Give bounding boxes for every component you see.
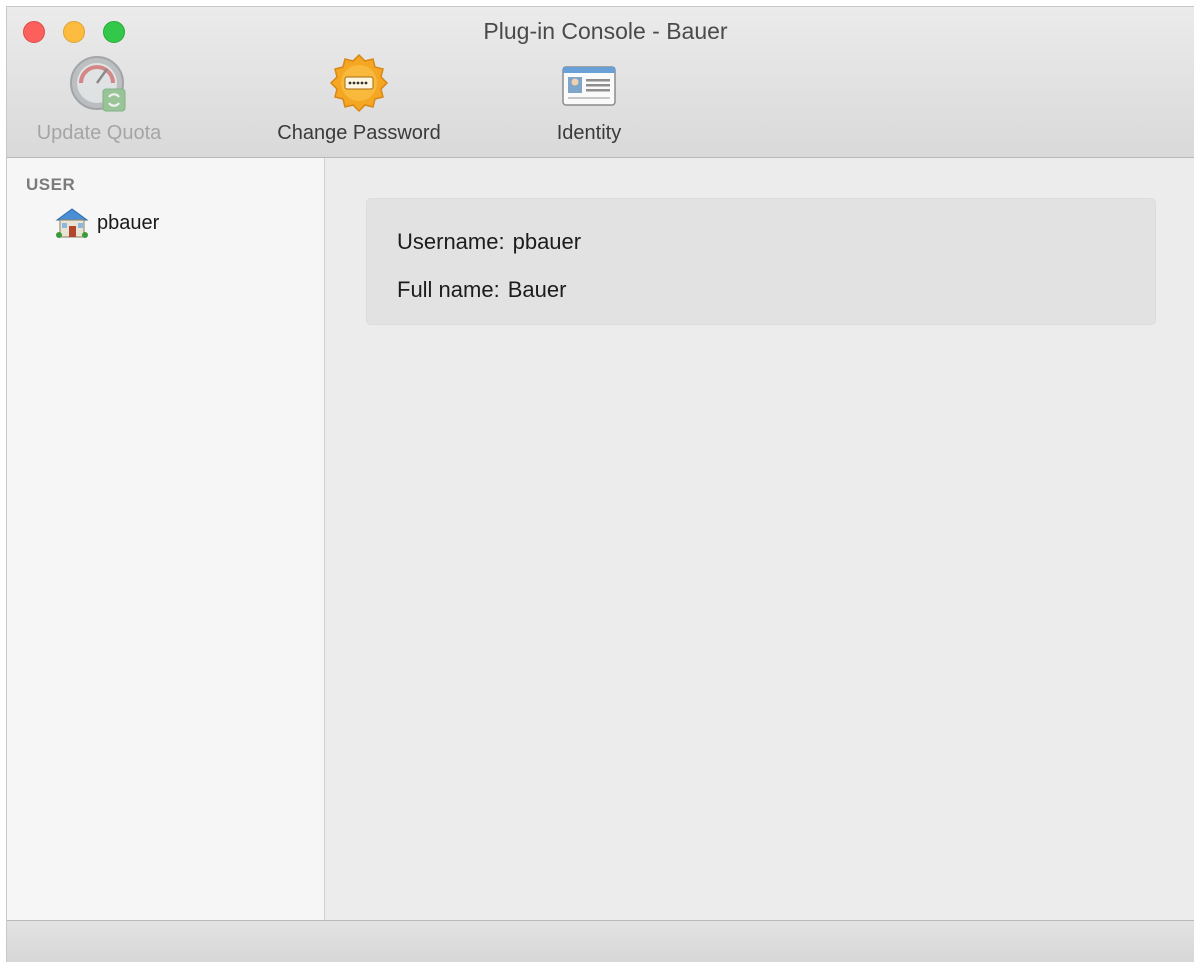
main-content: Username: pbauer Full name: Bauer — [325, 158, 1194, 921]
username-label: Username: — [397, 229, 505, 254]
user-info-panel: Username: pbauer Full name: Bauer — [366, 198, 1156, 325]
sidebar-heading: USER — [26, 175, 76, 194]
update-quota-button[interactable]: Update Quota — [19, 53, 179, 145]
username-row: Username: pbauer — [397, 229, 581, 255]
update-quota-label: Update Quota — [36, 122, 162, 144]
quota-gauge-icon — [70, 56, 126, 112]
username-value: pbauer — [512, 229, 582, 254]
fullname-value: Bauer — [507, 277, 567, 302]
change-password-button[interactable]: Change Password — [263, 53, 455, 145]
sidebar: USER pbauer — [7, 158, 325, 921]
user-home-icon — [55, 208, 89, 238]
sidebar-item-pbauer[interactable]: pbauer — [55, 206, 305, 240]
identity-button[interactable]: Identity — [539, 53, 639, 145]
window-title: Plug-in Console - Bauer — [483, 18, 728, 44]
id-card-icon — [562, 66, 616, 106]
app-window: Plug-in Console - Bauer Update Quota Cha… — [6, 6, 1194, 962]
identity-label: Identity — [556, 122, 622, 144]
fullname-label: Full name: — [397, 277, 500, 302]
title-toolbar: Plug-in Console - Bauer Update Quota Cha… — [7, 7, 1194, 158]
change-password-label: Change Password — [277, 122, 441, 144]
sidebar-item-label: pbauer — [97, 211, 160, 234]
status-bar — [7, 920, 1194, 962]
fullname-row: Full name: Bauer — [397, 277, 566, 303]
password-badge-icon — [329, 53, 389, 113]
